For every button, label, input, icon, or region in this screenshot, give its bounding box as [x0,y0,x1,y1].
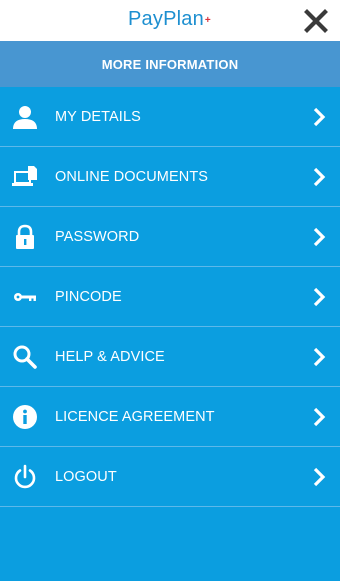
logo-plus: + [204,15,211,26]
menu-item-label: HELP & ADVICE [55,348,165,365]
menu-item-label: LICENCE AGREEMENT [55,408,215,425]
menu-item-online-documents[interactable]: ONLINE DOCUMENTS [0,147,340,207]
chevron-right-icon [313,407,326,426]
menu-item-label: PASSWORD [55,228,140,245]
chevron-right-icon [313,227,326,246]
chevron-right-icon [313,287,326,306]
search-icon [12,344,38,370]
laptop-document-icon [12,164,38,190]
menu-list: MY DETAILS ONLINE DOCUMENTS PASSWORD PIN… [0,87,340,507]
user-icon [12,104,38,130]
menu-screen: PayPlan + MORE INFORMATION MY DETAILS ON… [0,0,340,581]
menu-item-my-details[interactable]: MY DETAILS [0,87,340,147]
menu-item-logout[interactable]: LOGOUT [0,447,340,507]
chevron-right-icon [313,467,326,486]
menu-item-label: LOGOUT [55,468,117,485]
menu-item-password[interactable]: PASSWORD [0,207,340,267]
chevron-right-icon [313,167,326,186]
padlock-icon [12,224,38,250]
menu-item-label: PINCODE [55,288,122,305]
menu-item-licence-agreement[interactable]: LICENCE AGREEMENT [0,387,340,447]
close-button[interactable] [304,9,328,33]
chevron-right-icon [313,347,326,366]
menu-item-pincode[interactable]: PINCODE [0,267,340,327]
top-bar: PayPlan + [0,0,340,41]
section-header: MORE INFORMATION [0,41,340,87]
chevron-right-icon [313,107,326,126]
power-icon [12,464,38,490]
menu-item-help-advice[interactable]: HELP & ADVICE [0,327,340,387]
info-icon [12,404,38,430]
section-title: MORE INFORMATION [101,56,239,72]
close-icon [304,9,328,33]
logo-text: PayPlan [128,8,204,30]
menu-item-label: MY DETAILS [55,108,141,125]
payplan-logo: PayPlan + [128,8,211,31]
key-icon [12,284,38,310]
menu-item-label: ONLINE DOCUMENTS [55,168,209,185]
